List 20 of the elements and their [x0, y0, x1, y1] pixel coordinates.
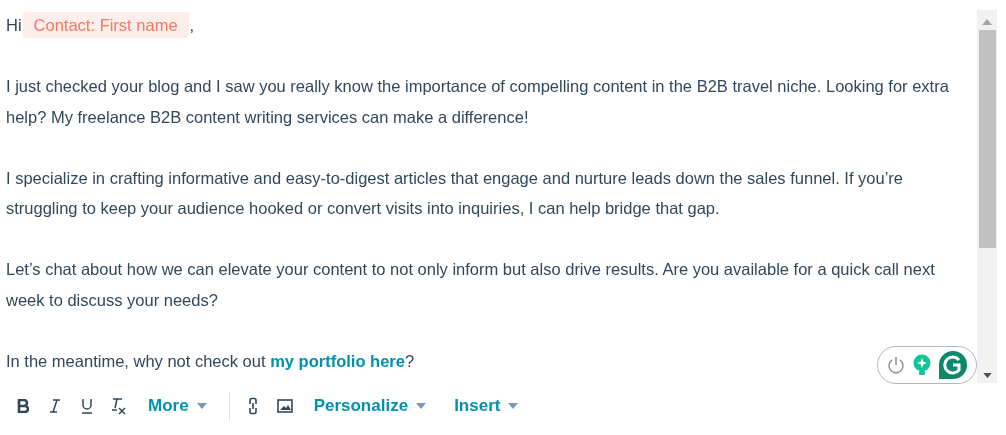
- scrollbar[interactable]: [977, 10, 997, 383]
- g-logo-icon[interactable]: [939, 351, 967, 379]
- body-paragraph: Let’s chat about how we can elevate your content to not only inform but also drive results. Are you available for a quick call next week to discuss your needs?: [6, 259, 936, 311]
- scroll-down-icon[interactable]: [982, 373, 992, 378]
- body-paragraph: I just checked your blog and I saw you really know the importance of compelling content in the B2B travel niche. Looking for extra help? My freelance B2B content writing services can make a difference!: [6, 76, 950, 128]
- personalization-token[interactable]: Contact: First name: [22, 12, 189, 38]
- caret-icon: [508, 403, 519, 409]
- menu-button[interactable]: More: [148, 396, 207, 416]
- power-icon[interactable]: [887, 356, 905, 374]
- menu-button[interactable]: Insert: [454, 396, 519, 416]
- body-paragraph: I specialize in crafting informative and easy-to-digest articles that engage and nurture leads down the sales funnel. If you’re struggling to keep your audience hooked or convert visits into inquiries, I can help bridge that gap.: [6, 167, 904, 219]
- portfolio-link[interactable]: my portfolio here: [270, 351, 405, 370]
- clear-format-icon[interactable]: [110, 397, 128, 415]
- image-icon[interactable]: [275, 397, 294, 415]
- greeting-text: Hi: [6, 16, 22, 34]
- caret-icon: [416, 403, 427, 409]
- greeting-comma: ,: [189, 16, 195, 34]
- menu-button[interactable]: Personalize: [313, 396, 427, 416]
- scrollbar-thumb[interactable]: [978, 30, 996, 248]
- caret-icon: [196, 403, 207, 409]
